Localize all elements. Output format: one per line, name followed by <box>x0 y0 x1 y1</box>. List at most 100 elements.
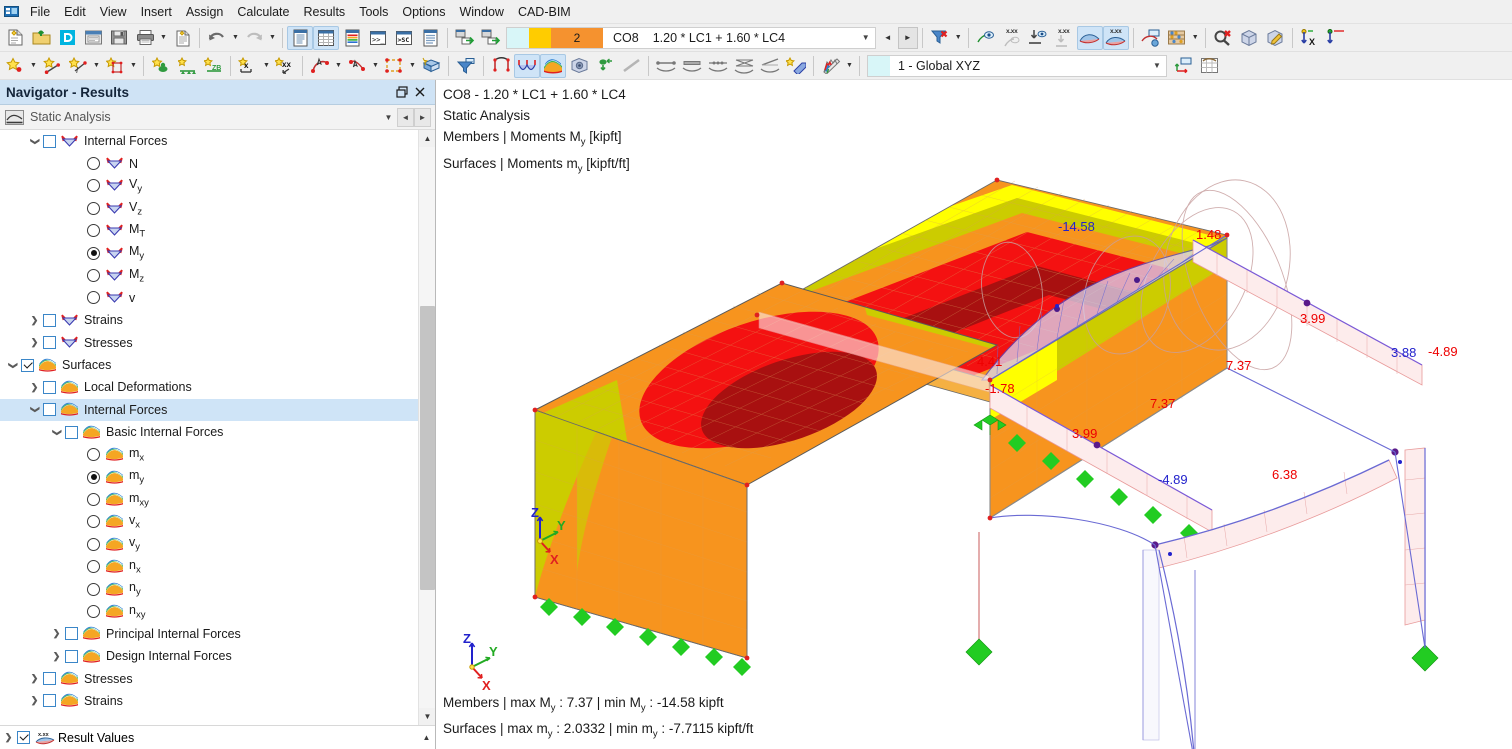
tree-item-members-stresses[interactable]: ❯ Stresses <box>0 332 418 354</box>
print-icon[interactable] <box>132 26 158 50</box>
coord-system-icon[interactable] <box>1170 54 1196 78</box>
nodal-load-dropdown-caret[interactable]: ▼ <box>261 54 272 78</box>
select-dropdown-caret[interactable]: ▼ <box>333 54 344 78</box>
tree-item-surf-principal-internal-forces[interactable]: ❯ Principal Internal Forces <box>0 623 418 645</box>
diagram-magic-icon[interactable] <box>783 54 809 78</box>
chevron-down-icon[interactable]: ▼ <box>380 108 397 127</box>
diagram-linear-icon[interactable] <box>679 54 705 78</box>
model-viewport[interactable]: CO8 - 1.20 * LC1 + 1.60 * LC4 Static Ana… <box>437 80 1512 749</box>
tree-item-surfaces[interactable]: ❯ Surfaces <box>0 354 418 376</box>
render-box-icon[interactable] <box>1236 26 1262 50</box>
tree-item-mf-mt[interactable]: MT <box>0 220 418 242</box>
coordinate-system-combo[interactable]: 1 - Global XYZ ▼ <box>867 54 1167 77</box>
member-dropdown-caret[interactable]: ▼ <box>91 54 102 78</box>
color-scale-dropdown-caret[interactable]: ▼ <box>844 54 855 78</box>
tree-item-surf-design-internal-forces[interactable]: ❯ Design Internal Forces <box>0 645 418 667</box>
new-model-icon[interactable] <box>2 26 28 50</box>
tree-item-sf-nx[interactable]: nx <box>0 555 418 577</box>
radio-mf-n[interactable] <box>87 157 100 171</box>
expander-icon[interactable]: ❯ <box>26 668 43 690</box>
expander-icon[interactable]: ❯ <box>0 727 17 749</box>
navigator-icon[interactable] <box>287 25 313 50</box>
script-console-icon[interactable]: >SC <box>391 26 417 50</box>
load-case-prev-button[interactable]: ◄ <box>878 27 898 49</box>
radio-sf-vx[interactable] <box>87 515 100 529</box>
open-folder-icon[interactable] <box>28 26 54 50</box>
expander-icon[interactable]: ❯ <box>48 623 65 645</box>
tree-item-mf-vz[interactable]: Vz <box>0 197 418 219</box>
radio-mf-mt[interactable] <box>87 224 100 238</box>
radio-mf-mz[interactable] <box>87 269 100 283</box>
show-members-icon[interactable] <box>618 54 644 78</box>
load-case-combo[interactable]: 2 CO8 1.20 * LC1 + 1.60 * LC4 ▼ <box>506 26 876 49</box>
select-objects-icon[interactable] <box>307 54 333 78</box>
select-surface-icon[interactable] <box>418 54 444 78</box>
menu-item-calculate[interactable]: Calculate <box>230 2 296 22</box>
result-diagram-settings-icon[interactable] <box>1138 26 1164 50</box>
analysis-prev-button[interactable]: ◄ <box>397 107 414 127</box>
scroll-up-button[interactable]: ▲ <box>419 130 435 147</box>
radio-sf-nxy[interactable] <box>87 604 100 618</box>
new-line-icon[interactable] <box>39 54 65 78</box>
window-dropdown-caret[interactable]: ▼ <box>407 54 418 78</box>
show-internal-forces-icon[interactable] <box>514 53 540 78</box>
menu-item-assign[interactable]: Assign <box>179 2 231 22</box>
results-tree[interactable]: ❯ Internal Forces N Vy Vz MT My Mz v ❯ St… <box>0 130 435 725</box>
result-values-row[interactable]: ❯ x.xx Result Values ▲ <box>0 725 435 749</box>
menu-item-cad-bim[interactable]: CAD-BIM <box>511 2 578 22</box>
tree-item-surf-internal-forces[interactable]: ❯ Internal Forces <box>0 398 418 422</box>
member-load-icon[interactable]: xx <box>272 54 298 78</box>
calculation-abacus-icon[interactable] <box>1164 26 1190 50</box>
checkbox-members-stresses[interactable] <box>43 336 56 350</box>
member-values-icon[interactable]: x.xx <box>1102 25 1129 50</box>
print-dropdown-caret[interactable]: ▼ <box>158 26 169 50</box>
tree-item-sf-mx[interactable]: mx <box>0 443 418 465</box>
checkbox-members-strains[interactable] <box>43 313 56 327</box>
select-window-icon[interactable] <box>381 54 407 78</box>
menu-item-results[interactable]: Results <box>297 2 353 22</box>
show-support-results-icon[interactable] <box>1025 26 1051 50</box>
tree-item-mf-n[interactable]: N <box>0 152 418 174</box>
color-scale-icon[interactable] <box>818 54 844 78</box>
diagram-constant-icon[interactable] <box>653 54 679 78</box>
load-case-next-button[interactable]: ► <box>897 26 918 49</box>
tree-item-surf-basic-internal-forces[interactable]: ❯ Basic Internal Forces <box>0 421 418 443</box>
menu-item-window[interactable]: Window <box>452 2 510 22</box>
checkbox-members-internal-forces[interactable] <box>43 134 56 148</box>
menu-item-insert[interactable]: Insert <box>134 2 179 22</box>
result-tables-icon[interactable] <box>339 26 365 50</box>
expander-icon[interactable]: ❯ <box>4 354 21 376</box>
structural-model-3d[interactable]: Z Y X Z Y X -14.581.484.41-1.783.997.373… <box>437 80 1512 749</box>
redo-dropdown-caret[interactable]: ▼ <box>267 26 278 50</box>
undo-icon[interactable] <box>204 26 230 50</box>
tree-item-sf-vy[interactable]: vy <box>0 533 418 555</box>
checkbox-surfaces[interactable] <box>21 358 34 372</box>
new-node-icon[interactable] <box>2 54 28 78</box>
scrollbar-thumb[interactable] <box>420 306 435 590</box>
checkbox-surf-local-deformations[interactable] <box>43 380 56 394</box>
analysis-next-button[interactable]: ► <box>414 107 431 127</box>
checkbox-surf-basic-internal-forces[interactable] <box>65 425 78 439</box>
new-surface-icon[interactable] <box>102 54 128 78</box>
radio-mf-vz[interactable] <box>87 201 100 215</box>
tree-item-members-strains[interactable]: ❯ Strains <box>0 309 418 331</box>
radio-sf-mx[interactable] <box>87 448 100 462</box>
show-supports-icon[interactable] <box>592 54 618 78</box>
save-icon[interactable] <box>106 26 132 50</box>
node-values-icon[interactable]: x.xx <box>999 26 1025 50</box>
close-icon[interactable] <box>411 83 429 101</box>
render-cube-icon[interactable] <box>566 54 592 78</box>
filter-results-icon[interactable] <box>927 26 953 50</box>
tree-item-mf-vy[interactable]: Vy <box>0 175 418 197</box>
diagram-smooth-icon[interactable] <box>757 54 783 78</box>
tables-icon[interactable] <box>313 25 339 50</box>
expander-icon[interactable]: ❯ <box>48 645 65 667</box>
nodal-support-icon[interactable] <box>148 54 174 78</box>
radio-sf-ny[interactable] <box>87 582 100 596</box>
checkbox-surf-internal-forces[interactable] <box>43 403 56 417</box>
radio-mf-my[interactable] <box>87 246 100 260</box>
radio-sf-vy[interactable] <box>87 537 100 551</box>
nodal-load-icon[interactable]: x <box>235 54 261 78</box>
radio-sf-nx[interactable] <box>87 560 100 574</box>
restore-icon[interactable] <box>393 83 411 101</box>
